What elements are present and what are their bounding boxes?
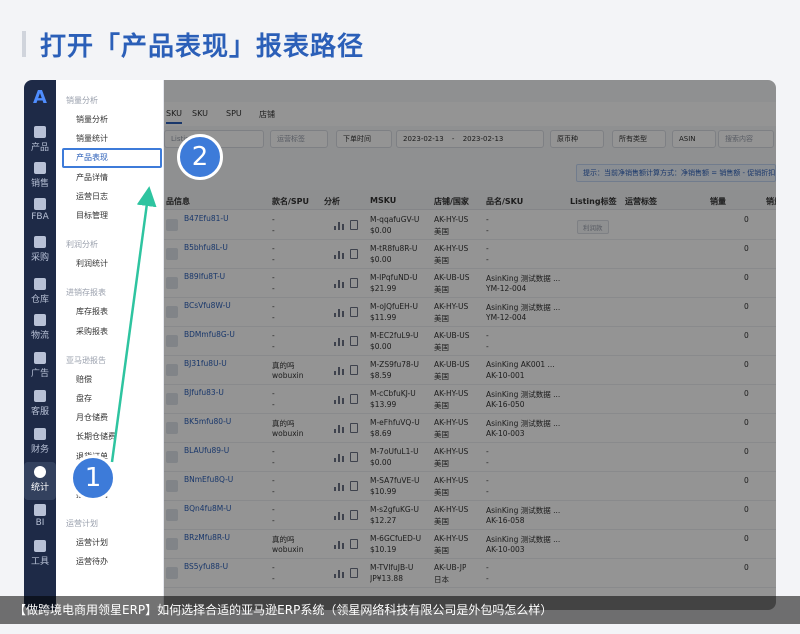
warehouse-icon: [34, 278, 46, 290]
submenu-group-title: 进销存报表: [66, 288, 106, 298]
pie-chart-icon: [34, 466, 46, 478]
cart-icon: [34, 162, 46, 174]
nav-item-2[interactable]: FBA: [24, 194, 56, 232]
nav-item-label: 广告: [30, 369, 49, 379]
nav-item-3[interactable]: 采购: [24, 232, 56, 270]
submenu-item[interactable]: 库存报表: [76, 306, 108, 317]
fba-icon: [34, 198, 46, 210]
submenu-item[interactable]: 运营待办: [76, 556, 108, 567]
nav-item-label: 销售: [30, 179, 49, 189]
bi-icon: [34, 504, 46, 516]
nav-item-label: 财务: [30, 445, 49, 455]
nav-item-label: BI: [35, 518, 45, 528]
nav-item-5[interactable]: 物流: [24, 310, 56, 348]
submenu-item[interactable]: 月仓储费: [76, 412, 108, 423]
submenu-group-title: 销量分析: [66, 96, 98, 105]
page-title-block: 打开「产品表现」报表路径: [22, 24, 364, 64]
app-window: A 产品 销售 FBA 采购 仓库 物流 广告 客服 财务 统计 BI 工具 销量分析 销量分析 销量统计…: [24, 80, 776, 610]
box-icon: [34, 126, 46, 138]
nav-item-4[interactable]: 仓库: [24, 274, 56, 312]
nav-item-6[interactable]: 广告: [24, 348, 56, 386]
nav-item-label: FBA: [31, 212, 49, 222]
submenu-item[interactable]: 长期仓储费: [76, 431, 116, 442]
submenu-item[interactable]: 利润统计: [76, 258, 108, 269]
nav-item-0[interactable]: 产品: [24, 122, 56, 160]
nav-item-label: 客服: [30, 407, 49, 417]
submenu-item[interactable]: 销量分析: [76, 114, 108, 125]
left-nav: A 产品销售 FBA 采购仓库物流广告客服财务统计 BI 工具: [24, 80, 56, 610]
service-icon: [34, 390, 46, 402]
purchase-icon: [34, 236, 46, 248]
nav-item-label: 物流: [30, 331, 49, 341]
truck-icon: [34, 314, 46, 326]
submenu-item[interactable]: 采购报表: [76, 326, 108, 337]
submenu-item[interactable]: 赔偿: [76, 374, 92, 385]
nav-item-1[interactable]: 销售: [24, 158, 56, 196]
nav-item-label: 产品: [30, 143, 49, 153]
submenu-item[interactable]: 运营计划: [76, 537, 108, 548]
finance-icon: [34, 428, 46, 440]
nav-item-9[interactable]: 统计: [24, 462, 56, 500]
caption-bar: 【做跨境电商用领星ERP】如何选择合适的亚马逊ERP系统（领星网络科技有限公司是…: [0, 596, 800, 624]
submenu-item[interactable]: 销量统计: [76, 133, 108, 144]
nav-item-label: 工具: [30, 557, 49, 567]
submenu-item[interactable]: 产品表现: [62, 148, 162, 169]
nav-item-7[interactable]: 客服: [24, 386, 56, 424]
title-accent-bar: [22, 31, 26, 57]
nav-item-label: 统计: [30, 483, 49, 493]
dim-overlay: [164, 80, 776, 610]
ad-icon: [34, 352, 46, 364]
submenu-group-title: 亚马逊报告: [66, 355, 106, 365]
submenu-item[interactable]: 产品详情: [76, 172, 108, 183]
submenu-group-title: 利润分析: [66, 240, 98, 250]
app-logo-icon[interactable]: A: [30, 88, 50, 108]
tool-icon: [34, 540, 46, 552]
step-1-callout: 1: [70, 455, 116, 501]
nav-item-label: 采购: [30, 253, 49, 263]
submenu-group-title: 运营计划: [66, 519, 98, 529]
nav-item-8[interactable]: 财务: [24, 424, 56, 462]
submenu-item[interactable]: 盘存: [76, 393, 92, 404]
step-2-callout: 2: [177, 134, 223, 180]
submenu: 销量分析 销量分析 销量统计 产品表现 产品详情 运营日志 目标管理 利润分析 利润统计 进销存报…: [56, 80, 164, 610]
submenu-item[interactable]: 运营日志: [76, 191, 108, 202]
nav-item-label: 仓库: [30, 295, 49, 305]
nav-item-11[interactable]: 工具: [24, 536, 56, 574]
page-title: 打开「产品表现」报表路径: [40, 31, 365, 62]
nav-item-10[interactable]: BI: [24, 500, 56, 538]
submenu-item[interactable]: 目标管理: [76, 210, 108, 221]
